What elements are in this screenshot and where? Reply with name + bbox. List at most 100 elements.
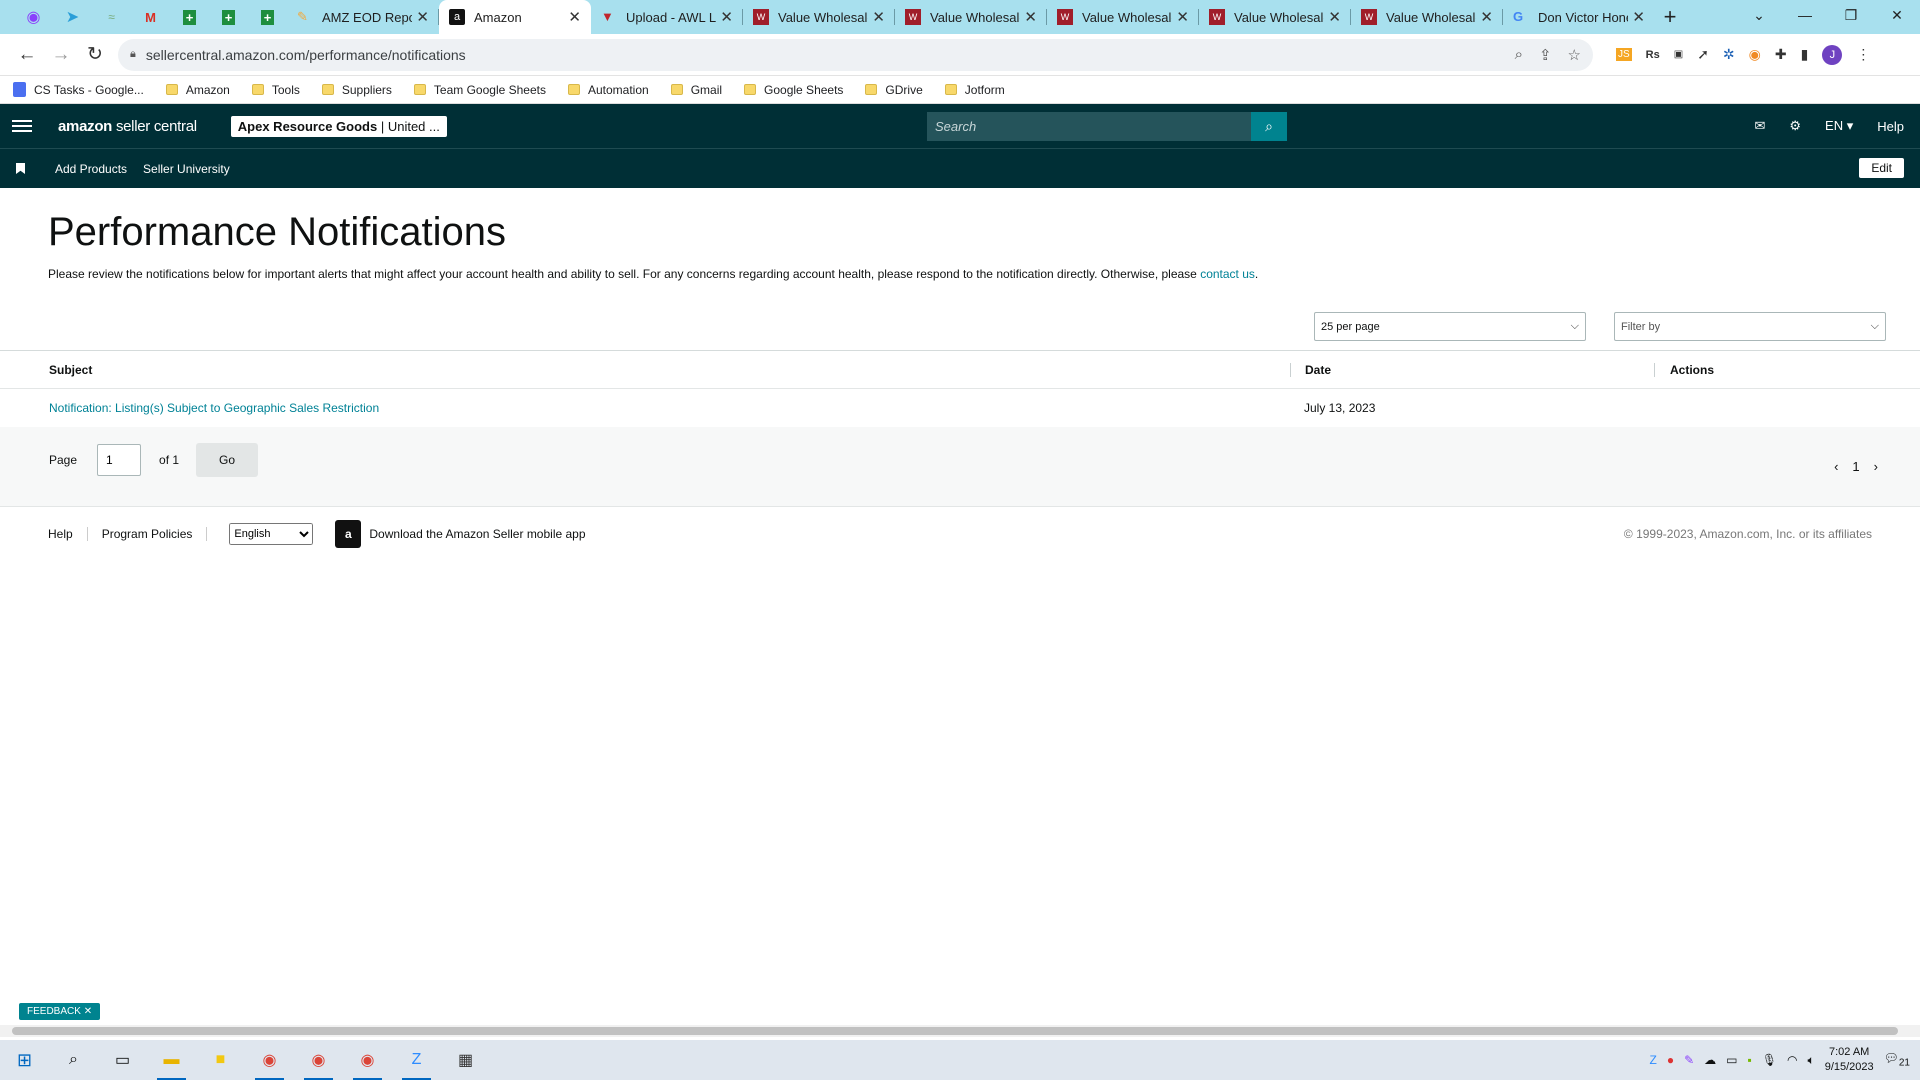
pinned-tab-sheets-1[interactable]: + [170, 0, 209, 34]
tab-upload[interactable]: ▼ Upload - AWL L/ ✕ [591, 0, 743, 34]
page-number-input[interactable] [97, 444, 142, 476]
close-icon[interactable]: ✕ [720, 8, 733, 26]
extension-globe-icon[interactable]: ✲ [1723, 46, 1735, 63]
scrollbar-thumb[interactable] [12, 1027, 1898, 1035]
microphone-icon[interactable]: 🎙︎ [1762, 1053, 1777, 1067]
close-icon[interactable]: ✕ [1176, 8, 1189, 26]
tab-value-wholesale-5[interactable]: W Value Wholesale ✕ [1351, 0, 1503, 34]
edit-button[interactable]: Edit [1859, 158, 1904, 178]
pinned-tab-gmail[interactable]: M [131, 0, 170, 34]
tab-value-wholesale-1[interactable]: W Value Wholesale ✕ [743, 0, 895, 34]
feedback-button[interactable]: FEEDBACK ✕ [19, 1003, 101, 1020]
pinned-tab-telegram[interactable]: ➤ [53, 0, 92, 34]
bookmark-tools[interactable]: Tools [251, 83, 300, 97]
contact-us-link[interactable]: contact us [1200, 267, 1255, 281]
search-button[interactable]: ⌕ [1251, 112, 1287, 141]
bookmark-gdrive[interactable]: GDrive [865, 83, 923, 97]
settings-gear-icon[interactable]: ⚙ [1789, 118, 1801, 134]
go-button[interactable]: Go [196, 443, 259, 477]
help-link[interactable]: Help [1877, 119, 1904, 134]
pinned-tab-sheets-2[interactable]: + [209, 0, 248, 34]
bookmark-suppliers[interactable]: Suppliers [321, 83, 392, 97]
browser-menu-icon[interactable]: ⋮ [1856, 46, 1870, 63]
restore-icon[interactable]: ❐ [1828, 0, 1874, 34]
bookmark-amazon[interactable]: Amazon [165, 83, 230, 97]
close-icon[interactable]: ✕ [568, 8, 581, 26]
share-icon[interactable]: ⇪ [1539, 46, 1552, 64]
amazon-app-icon[interactable]: a [335, 520, 362, 548]
download-app-link[interactable]: Download the Amazon Seller mobile app [369, 527, 585, 541]
battery-icon[interactable]: ▭ [1726, 1053, 1737, 1067]
tab-value-wholesale-3[interactable]: W Value Wholesale ✕ [1047, 0, 1199, 34]
nav-seller-university[interactable]: Seller University [143, 162, 230, 176]
bookmark-automation[interactable]: Automation [567, 83, 649, 97]
zoom-icon[interactable]: ⌕ [1515, 46, 1523, 63]
per-page-select[interactable]: 25 per page ⌵ [1314, 312, 1586, 341]
nav-add-products[interactable]: Add Products [55, 162, 127, 176]
close-icon[interactable]: ✕ [1632, 8, 1645, 26]
extensions-puzzle-icon[interactable]: ✚ [1775, 46, 1787, 63]
tab-value-wholesale-4[interactable]: W Value Wholesale ✕ [1199, 0, 1351, 34]
bookmark-icon[interactable] [16, 163, 25, 174]
tab-search-icon[interactable]: ⌄ [1736, 0, 1782, 34]
pen-icon[interactable]: ✎ [1684, 1053, 1694, 1067]
new-tab-button[interactable]: + [1655, 4, 1685, 30]
pinned-tab-sheets-3[interactable]: + [248, 0, 287, 34]
close-icon[interactable]: ✕ [1328, 8, 1341, 26]
address-bar[interactable]: 🔒︎ sellercentral.amazon.com/performance/… [118, 38, 1593, 71]
notification-subject-link[interactable]: Notification: Listing(s) Subject to Geog… [49, 401, 379, 415]
seller-central-logo[interactable]: amazon seller central [58, 118, 197, 135]
notification-center-icon[interactable]: 💬︎21 [1884, 1051, 1910, 1068]
bookmark-cs-tasks[interactable]: CS Tasks - Google... [13, 82, 144, 97]
extension-orange-icon[interactable]: ◉ [1749, 46, 1761, 63]
back-icon[interactable]: ← [10, 44, 44, 66]
footer-help-link[interactable]: Help [48, 527, 73, 541]
tab-don-victor[interactable]: G Don Victor Hone ✕ [1503, 0, 1655, 34]
bookmark-jotform[interactable]: Jotform [944, 83, 1005, 97]
extension-arrow-icon[interactable]: ➚ [1697, 46, 1709, 63]
column-subject[interactable]: Subject [0, 363, 1290, 377]
next-page-icon[interactable]: › [1874, 459, 1878, 474]
extension-js-icon[interactable]: JS [1616, 48, 1632, 61]
star-icon[interactable]: ☆ [1568, 46, 1581, 64]
chrome-icon[interactable]: ◉ [343, 1040, 392, 1080]
reload-icon[interactable]: ↻ [78, 43, 112, 66]
onedrive-icon[interactable]: ☁ [1704, 1053, 1716, 1067]
filter-by-select[interactable]: Filter by ⌵ [1614, 312, 1886, 341]
horizontal-scrollbar[interactable] [0, 1025, 1920, 1037]
nvidia-icon[interactable]: ▪ [1748, 1053, 1752, 1067]
tab-amazon[interactable]: a Amazon ✕ [439, 0, 591, 34]
zoom-tray-icon[interactable]: Z [1650, 1053, 1657, 1067]
close-icon[interactable]: ✕ [1480, 8, 1493, 26]
clock[interactable]: 7:02 AM 9/15/2023 [1825, 1045, 1874, 1075]
prev-page-icon[interactable]: ‹ [1834, 459, 1838, 474]
tab-amz-eod[interactable]: ✎ AMZ EOD Repor ✕ [287, 0, 439, 34]
minimize-icon[interactable]: — [1782, 0, 1828, 34]
search-icon[interactable]: ⌕ [49, 1040, 98, 1080]
side-panel-icon[interactable]: ▮ [1801, 46, 1809, 63]
volume-icon[interactable]: 🔈︎ [1808, 1053, 1815, 1068]
footer-language-select[interactable]: English [229, 523, 314, 545]
windows-start-icon[interactable]: ⊞ [0, 1040, 49, 1080]
tab-value-wholesale-2[interactable]: W Value Wholesale ✕ [895, 0, 1047, 34]
hamburger-menu-icon[interactable] [12, 120, 32, 132]
forward-icon[interactable]: → [44, 44, 78, 66]
bookmark-google-sheets[interactable]: Google Sheets [744, 83, 843, 97]
current-page[interactable]: 1 [1852, 459, 1859, 474]
zoom-app-icon[interactable]: Z [392, 1040, 441, 1080]
file-explorer-icon[interactable]: ▬ [147, 1040, 196, 1080]
bookmark-team-sheets[interactable]: Team Google Sheets [413, 83, 546, 97]
close-icon[interactable]: ✕ [84, 1006, 92, 1017]
close-icon[interactable]: ✕ [872, 8, 885, 26]
calculator-icon[interactable]: ▦ [441, 1040, 490, 1080]
close-icon[interactable]: ✕ [1024, 8, 1037, 26]
pinned-tab-helium[interactable]: ≈ [92, 0, 131, 34]
close-icon[interactable]: ✕ [416, 8, 429, 26]
account-switcher[interactable]: Apex Resource Goods | United ... [230, 115, 447, 137]
network-icon[interactable]: ◠ [1787, 1053, 1797, 1067]
bookmark-gmail[interactable]: Gmail [670, 83, 722, 97]
chrome-icon[interactable]: ◉ [245, 1040, 294, 1080]
close-window-icon[interactable]: ✕ [1874, 0, 1920, 34]
profile-avatar[interactable]: J [1822, 44, 1843, 65]
extension-off-icon[interactable]: ▣ [1674, 49, 1683, 60]
